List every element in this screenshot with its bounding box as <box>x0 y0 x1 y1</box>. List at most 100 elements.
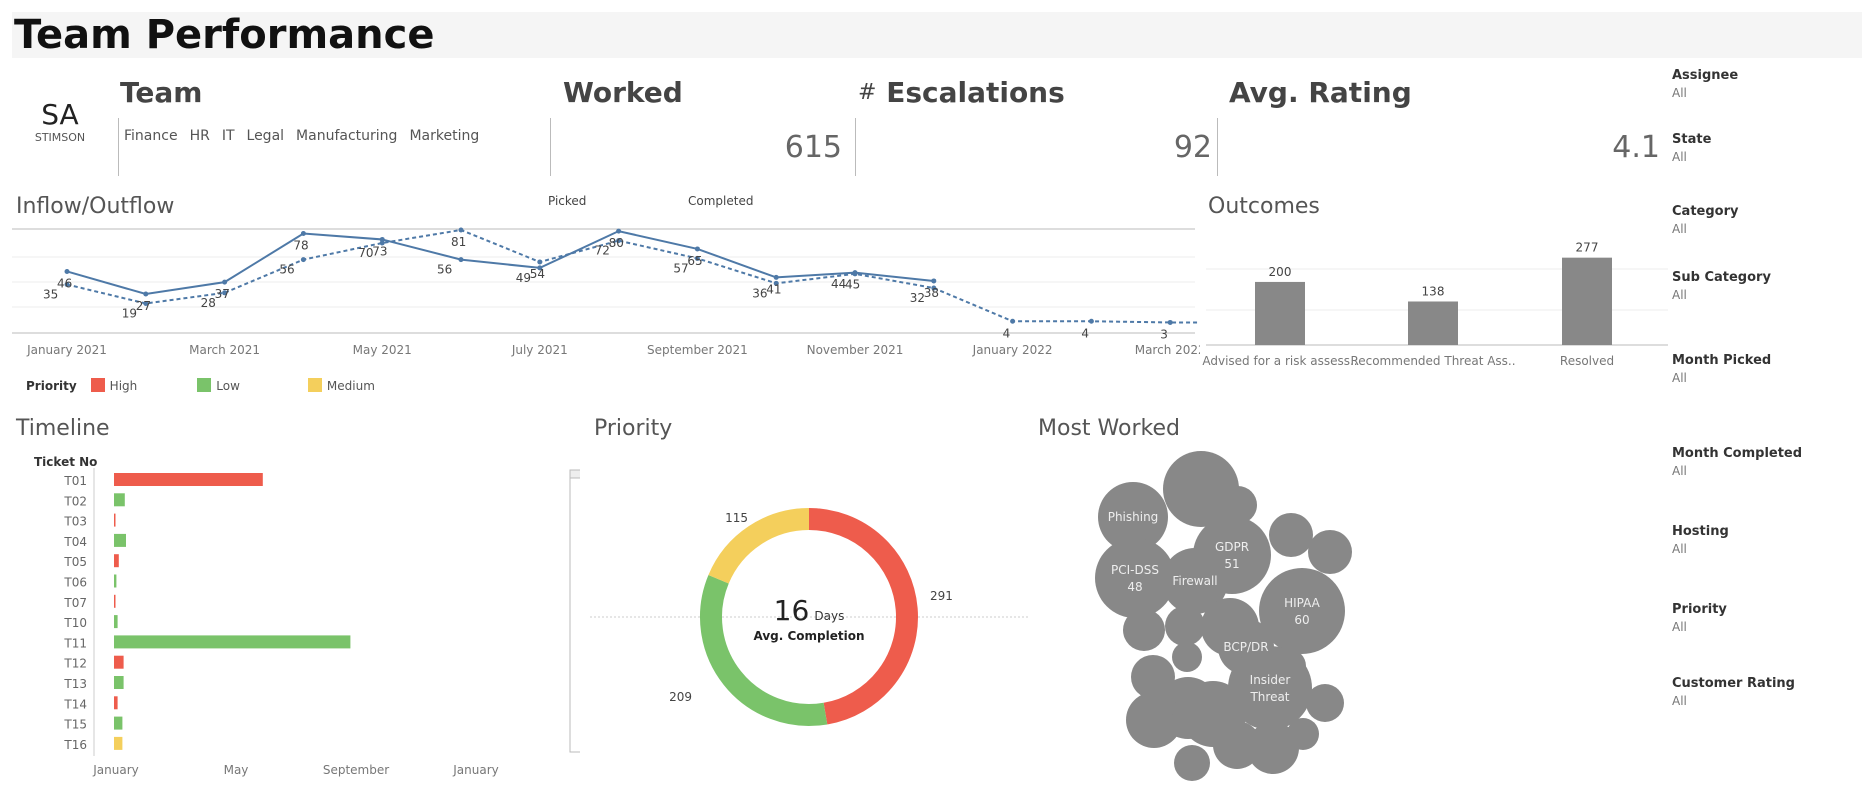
bubble[interactable] <box>1174 745 1210 781</box>
data-point-picked <box>773 274 779 280</box>
timeline-bar[interactable] <box>114 655 124 669</box>
data-label: 72 <box>595 244 610 258</box>
filter-priority[interactable]: Priority All <box>1672 602 1727 634</box>
bubble[interactable] <box>1269 513 1313 557</box>
timeline-bar[interactable] <box>114 513 116 527</box>
legend-item-low[interactable]: Low <box>197 378 240 393</box>
filter-value[interactable]: All <box>1672 620 1727 634</box>
timeline-bar[interactable] <box>114 594 116 608</box>
bubble-label: 48 <box>1127 580 1142 594</box>
filter-sub-category[interactable]: Sub Category All <box>1672 270 1771 302</box>
team-item-it[interactable]: IT <box>222 128 235 144</box>
data-point-picked <box>458 257 464 263</box>
timeline-bar[interactable] <box>114 574 117 588</box>
team-item-marketing[interactable]: Marketing <box>409 128 479 144</box>
data-point-completed <box>852 271 858 277</box>
filter-value[interactable]: All <box>1672 222 1738 236</box>
data-label: 56 <box>279 263 294 277</box>
bubble[interactable] <box>1123 609 1165 651</box>
outcome-bar[interactable] <box>1562 257 1612 345</box>
bubble[interactable] <box>1126 692 1182 748</box>
ticket-label: T05 <box>63 555 87 569</box>
legend-item-medium[interactable]: Medium <box>307 378 375 393</box>
filter-value[interactable]: All <box>1672 86 1738 100</box>
data-label: 27 <box>136 299 151 313</box>
rating-heading: Avg. Rating <box>1229 76 1412 109</box>
ticket-label: T02 <box>63 494 87 508</box>
data-label: 80 <box>609 236 624 250</box>
bubble[interactable] <box>1165 709 1173 717</box>
x-tick-label: November 2021 <box>807 343 904 357</box>
timeline-bar[interactable] <box>114 676 124 689</box>
bubble-label: Insider <box>1250 673 1291 687</box>
data-label: 38 <box>924 286 939 300</box>
timeline-bar[interactable] <box>114 473 263 486</box>
category-label: Advised for a risk assess.. <box>1202 354 1357 368</box>
filter-value[interactable]: All <box>1672 371 1771 385</box>
data-label: 78 <box>293 239 308 253</box>
bubble[interactable] <box>1308 530 1352 574</box>
filter-value[interactable]: All <box>1672 150 1711 164</box>
divider <box>118 118 119 176</box>
timeline-bar[interactable] <box>114 736 123 750</box>
timeline-bar[interactable] <box>114 696 118 710</box>
user-name: STIMSON <box>34 131 86 144</box>
timeline-bar[interactable] <box>114 716 123 730</box>
donut-slice-medium[interactable] <box>708 508 810 584</box>
outcome-bar[interactable] <box>1408 301 1458 345</box>
timeline-bar[interactable] <box>114 615 118 629</box>
timeline-title: Timeline <box>16 416 110 441</box>
outcome-bar[interactable] <box>1255 281 1305 345</box>
timeline-bar[interactable] <box>114 554 119 568</box>
inflow-title: Inflow/Outflow <box>16 194 175 219</box>
filter-state[interactable]: State All <box>1672 132 1711 164</box>
ticket-label: T11 <box>63 636 87 650</box>
completed-legend: Completed <box>688 194 754 208</box>
bubble[interactable] <box>1165 606 1205 646</box>
team-item-finance[interactable]: Finance <box>124 128 178 144</box>
filter-customer-rating[interactable]: Customer Rating All <box>1672 676 1795 708</box>
bubble[interactable] <box>1172 642 1202 672</box>
bubble[interactable] <box>1213 721 1261 769</box>
data-label: 46 <box>57 276 72 290</box>
ticket-label: T03 <box>63 515 87 529</box>
data-label: 45 <box>845 278 860 292</box>
timeline-bar[interactable] <box>114 635 351 649</box>
filter-month-picked[interactable]: Month Picked All <box>1672 353 1771 385</box>
scrollbar[interactable] <box>569 469 580 753</box>
outcomes-title: Outcomes <box>1208 194 1320 219</box>
divider <box>550 118 551 176</box>
data-point-completed <box>1167 319 1173 325</box>
timeline-bar[interactable] <box>114 493 125 507</box>
x-tick-label: September <box>323 763 389 777</box>
bubble-label: Firewall <box>1172 574 1217 588</box>
x-tick-label: January 2021 <box>26 343 107 357</box>
data-label: 28 <box>201 296 216 310</box>
scrollbar-thumb[interactable] <box>569 469 580 479</box>
team-item-manufacturing[interactable]: Manufacturing <box>296 128 397 144</box>
filter-assignee[interactable]: Assignee All <box>1672 68 1738 100</box>
ticket-label: T15 <box>63 718 87 732</box>
legend-text: Low <box>216 379 240 393</box>
data-point-picked <box>694 246 700 252</box>
ticket-label: T07 <box>63 596 87 610</box>
filter-category[interactable]: Category All <box>1672 204 1738 236</box>
filter-value[interactable]: All <box>1672 542 1729 556</box>
filter-value[interactable]: All <box>1672 694 1795 708</box>
filter-hosting[interactable]: Hosting All <box>1672 524 1729 556</box>
team-heading: Team <box>120 76 203 109</box>
filter-value[interactable]: All <box>1672 464 1802 478</box>
filter-value[interactable]: All <box>1672 288 1771 302</box>
team-item-legal[interactable]: Legal <box>247 128 285 144</box>
team-item-hr[interactable]: HR <box>190 128 210 144</box>
picked-legend: Picked <box>548 194 587 208</box>
bubble-label: BCP/DR <box>1223 640 1268 654</box>
legend-item-high[interactable]: High <box>90 378 137 393</box>
timeline-bar[interactable] <box>114 533 126 547</box>
bubble-label: Phishing <box>1108 510 1159 524</box>
filter-month-completed[interactable]: Month Completed All <box>1672 446 1802 478</box>
ticket-label: T13 <box>63 677 87 691</box>
filter-label: Customer Rating <box>1672 676 1795 691</box>
bubble[interactable] <box>1287 718 1319 750</box>
data-point-completed <box>537 259 543 265</box>
